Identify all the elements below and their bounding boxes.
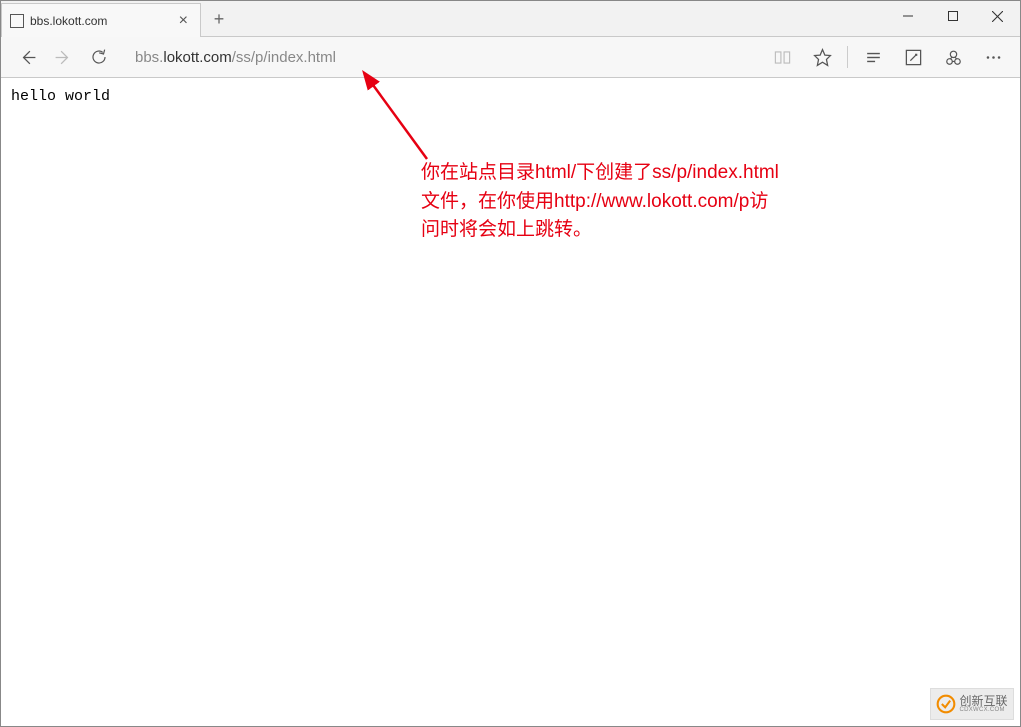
share-icon[interactable]: [934, 39, 972, 75]
browser-tab[interactable]: bbs.lokott.com ×: [1, 3, 201, 37]
back-button[interactable]: [9, 39, 45, 75]
refresh-button[interactable]: [81, 39, 117, 75]
watermark-text: 创新互联 CDXWCX.COM: [959, 695, 1007, 713]
watermark: 创新互联 CDXWCX.COM: [930, 688, 1014, 720]
toolbar: bbs.lokott.com/ss/p/index.html: [1, 37, 1020, 78]
annotation-line3: 问时将会如上跳转。: [421, 216, 861, 245]
right-icons: [763, 39, 1012, 75]
url-host: lokott.com: [163, 49, 231, 66]
title-bar: bbs.lokott.com × +: [1, 1, 1020, 37]
favorites-icon[interactable]: [803, 39, 841, 75]
window-controls: [885, 1, 1020, 31]
tab-title: bbs.lokott.com: [30, 14, 175, 28]
close-window-button[interactable]: [975, 1, 1020, 31]
annotation-text: 你在站点目录html/下创建了ss/p/index.html 文件，在你使用ht…: [421, 159, 861, 245]
reading-view-icon[interactable]: [763, 39, 801, 75]
maximize-button[interactable]: [930, 1, 975, 31]
url-prefix: bbs.: [135, 49, 163, 66]
close-tab-icon[interactable]: ×: [175, 12, 192, 30]
page-text: hello world: [11, 88, 110, 105]
minimize-button[interactable]: [885, 1, 930, 31]
url-path: /ss/p/index.html: [232, 49, 336, 66]
annotation-line1: 你在站点目录html/下创建了ss/p/index.html: [421, 159, 861, 188]
watermark-cn: 创新互联: [959, 695, 1007, 707]
separator: [847, 46, 848, 68]
forward-button[interactable]: [45, 39, 81, 75]
page-body: hello world: [1, 78, 1020, 115]
watermark-en: CDXWCX.COM: [959, 707, 1007, 713]
annotation-line2: 文件，在你使用http://www.lokott.com/p访: [421, 188, 861, 217]
more-icon[interactable]: [974, 39, 1012, 75]
address-bar[interactable]: bbs.lokott.com/ss/p/index.html: [127, 42, 753, 72]
new-tab-button[interactable]: +: [201, 2, 237, 36]
page-icon: [10, 14, 24, 28]
notes-icon[interactable]: [894, 39, 932, 75]
watermark-logo-icon: [936, 694, 956, 714]
hub-icon[interactable]: [854, 39, 892, 75]
